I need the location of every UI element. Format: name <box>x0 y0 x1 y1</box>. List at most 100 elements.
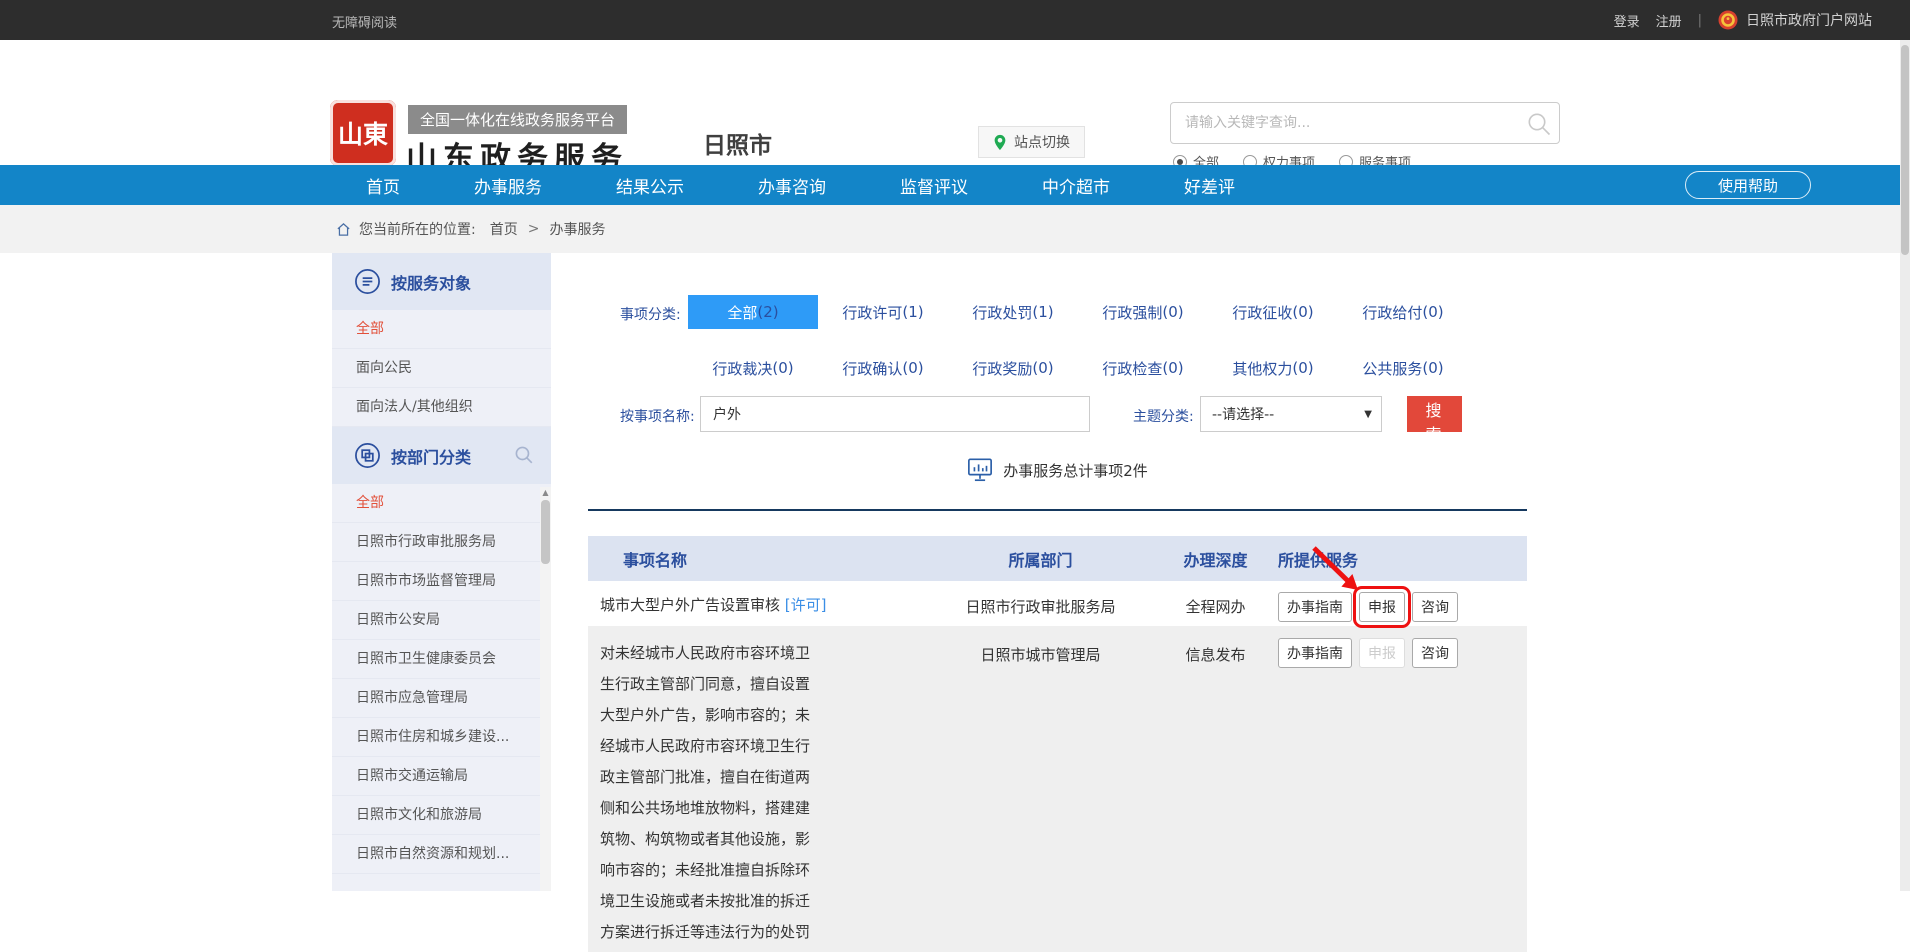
sidebar-item[interactable]: 面向法人/其他组织 <box>332 388 551 427</box>
category-filter-button[interactable]: 行政强制(0) <box>1078 295 1208 329</box>
service-target-icon <box>354 268 381 295</box>
sidebar-item[interactable]: 日照市公安局 <box>332 601 551 640</box>
sidebar-scrollbar[interactable]: ▲ <box>540 487 551 891</box>
sidebar-item[interactable]: 日照市行政审批服务局 <box>332 523 551 562</box>
category-filter-button[interactable]: 行政裁决(0) <box>688 351 818 385</box>
department-icon <box>354 442 381 469</box>
breadcrumb-prefix: 您当前所在的位置: <box>359 219 476 239</box>
nav-item-3[interactable]: 结果公示 <box>616 173 684 198</box>
item-department-cell: 日照市行政审批服务局 <box>928 592 1153 622</box>
nav-item-7[interactable]: 好差评 <box>1184 173 1235 198</box>
sidebar-section-title: 按部门分类 <box>391 444 471 468</box>
consult-button[interactable]: 咨询 <box>1412 638 1458 668</box>
sidebar-item[interactable]: 日照市应急管理局 <box>332 679 551 718</box>
category-filter-name: 行政强制 <box>1102 302 1162 323</box>
consult-button[interactable]: 咨询 <box>1412 592 1458 622</box>
search-submit-button[interactable]: 搜 索 <box>1407 396 1462 432</box>
site-switch-button[interactable]: 站点切换 <box>978 126 1085 158</box>
register-link[interactable]: 注册 <box>1656 11 1682 30</box>
topbar: 无障碍阅读 登录 注册 | 日照市政府门户网站 <box>0 0 1910 40</box>
summary-line: 办事服务总计事项2件 <box>588 457 1527 483</box>
category-filter-name: 公共服务 <box>1362 358 1422 379</box>
sidebar-scrollbar-up-arrow[interactable]: ▲ <box>540 488 551 497</box>
sidebar-section-title: 按服务对象 <box>391 270 471 294</box>
platform-tag: 全国一体化在线政务服务平台 <box>408 105 627 134</box>
nav-item-2[interactable]: 办事服务 <box>474 173 542 198</box>
category-filter-button[interactable]: 行政奖励(0) <box>948 351 1078 385</box>
keyword-search-box <box>1170 102 1560 144</box>
category-filter-name: 全部 <box>727 302 757 323</box>
keyword-search-input[interactable] <box>1171 103 1559 143</box>
sidebar-item[interactable]: 日照市住房和城乡建设... <box>332 718 551 757</box>
sidebar-item[interactable]: 日照市交通运输局 <box>332 757 551 796</box>
item-name-label: 按事项名称: <box>620 406 695 426</box>
sidebar-item[interactable]: 全部 <box>332 484 551 523</box>
shandong-seal-logo: 山東 <box>330 100 396 166</box>
category-filter-button[interactable]: 行政征收(0) <box>1208 295 1338 329</box>
nav-item-4[interactable]: 办事咨询 <box>758 173 826 198</box>
header: 山東 全国一体化在线政务服务平台 山东政务服务 日照市 站点切换 全部权力事项服… <box>0 40 1910 165</box>
category-filter-button[interactable]: 行政许可(1) <box>818 295 948 329</box>
item-name-text[interactable]: 城市大型户外广告设置审核 [许可] <box>600 592 835 618</box>
results-table-body: 城市大型户外广告设置审核 [许可]日照市行政审批服务局全程网办办事指南申报咨询对… <box>588 581 1527 952</box>
category-filter-count: (1) <box>1032 303 1053 321</box>
guide-button[interactable]: 办事指南 <box>1278 638 1352 668</box>
topic-select[interactable]: --请选择-- ▼ <box>1200 396 1382 432</box>
category-filter-button[interactable]: 公共服务(0) <box>1338 351 1468 385</box>
column-header-depth: 办理深度 <box>1153 547 1278 571</box>
breadcrumb-home-link[interactable]: 首页 <box>490 219 518 239</box>
category-filter-button[interactable]: 行政给付(0) <box>1338 295 1468 329</box>
category-filter-name: 行政给付 <box>1362 302 1422 323</box>
nav-item-6[interactable]: 中介超市 <box>1042 173 1110 198</box>
sidebar-item[interactable]: 日照市市场监督管理局 <box>332 562 551 601</box>
category-filter-count: (0) <box>1422 303 1443 321</box>
nav-item-1[interactable]: 首页 <box>366 173 400 198</box>
sidebar-item[interactable]: 日照市文化和旅游局 <box>332 796 551 835</box>
sidebar-item[interactable]: 全部 <box>332 310 551 349</box>
search-icon[interactable] <box>1525 110 1553 142</box>
category-filter-name: 行政检查 <box>1102 358 1162 379</box>
category-filter-button[interactable]: 行政确认(0) <box>818 351 948 385</box>
item-permission-tag[interactable]: [许可] <box>785 596 827 614</box>
table-row: 对未经城市人民政府市容环境卫生行政主管部门同意，擅自设置大型户外广告，影响市容的… <box>588 626 1527 952</box>
help-button[interactable]: 使用帮助 <box>1685 171 1811 199</box>
apply-button[interactable]: 申报 <box>1359 592 1405 622</box>
table-row: 城市大型户外广告设置审核 [许可]日照市行政审批服务局全程网办办事指南申报咨询 <box>588 581 1527 626</box>
window-scrollbar[interactable] <box>1900 40 1910 891</box>
login-link[interactable]: 登录 <box>1614 11 1640 30</box>
column-header-dept: 所属部门 <box>928 547 1153 571</box>
item-services-cell: 办事指南申报咨询 <box>1278 638 1527 948</box>
sidebar-section-header-1: 按服务对象 <box>332 253 551 310</box>
sidebar-scrollbar-thumb[interactable] <box>541 500 550 564</box>
sidebar-search-icon[interactable] <box>513 444 535 470</box>
sidebar-item[interactable]: 面向公民 <box>332 349 551 388</box>
category-filter-button[interactable]: 全部(2) <box>688 295 818 329</box>
stats-monitor-icon <box>967 457 993 483</box>
summary-text: 办事服务总计事项2件 <box>1003 460 1148 481</box>
main-content: 事项分类: 全部(2)行政许可(1)行政处罚(1)行政强制(0)行政征收(0)行… <box>588 253 1527 891</box>
sidebar-item[interactable]: 日照市卫生健康委员会 <box>332 640 551 679</box>
item-name-input[interactable] <box>701 397 1089 431</box>
category-filter-count: (2) <box>757 303 778 321</box>
category-filter-button[interactable]: 行政处罚(1) <box>948 295 1078 329</box>
accessibility-link[interactable]: 无障碍阅读 <box>332 12 397 31</box>
category-filter-name: 行政许可 <box>842 302 902 323</box>
category-filter-button[interactable]: 其他权力(0) <box>1208 351 1338 385</box>
breadcrumb-current: 办事服务 <box>549 219 605 239</box>
category-filter-count: (0) <box>1422 359 1443 377</box>
home-icon <box>336 222 351 237</box>
sidebar-item[interactable]: 日照市自然资源和规划... <box>332 835 551 874</box>
guide-button[interactable]: 办事指南 <box>1278 592 1352 622</box>
category-filter-count: (0) <box>1292 303 1313 321</box>
nav-item-5[interactable]: 监督评议 <box>900 173 968 198</box>
breadcrumb-separator: > <box>528 221 540 237</box>
category-filter-button[interactable]: 行政检查(0) <box>1078 351 1208 385</box>
window-scrollbar-thumb[interactable] <box>1901 45 1909 255</box>
item-services-cell: 办事指南申报咨询 <box>1278 592 1527 622</box>
item-name-text[interactable]: 对未经城市人民政府市容环境卫生行政主管部门同意，擅自设置大型户外广告，影响市容的… <box>600 638 822 948</box>
main-nav: 首页 办事服务 结果公示 办事咨询 监督评议 中介超市 好差评 使用帮助 <box>0 165 1910 205</box>
category-filter-name: 行政奖励 <box>972 358 1032 379</box>
city-name: 日照市 <box>703 126 772 160</box>
category-filter-name: 其他权力 <box>1232 358 1292 379</box>
portal-link[interactable]: 日照市政府门户网站 <box>1718 10 1872 30</box>
